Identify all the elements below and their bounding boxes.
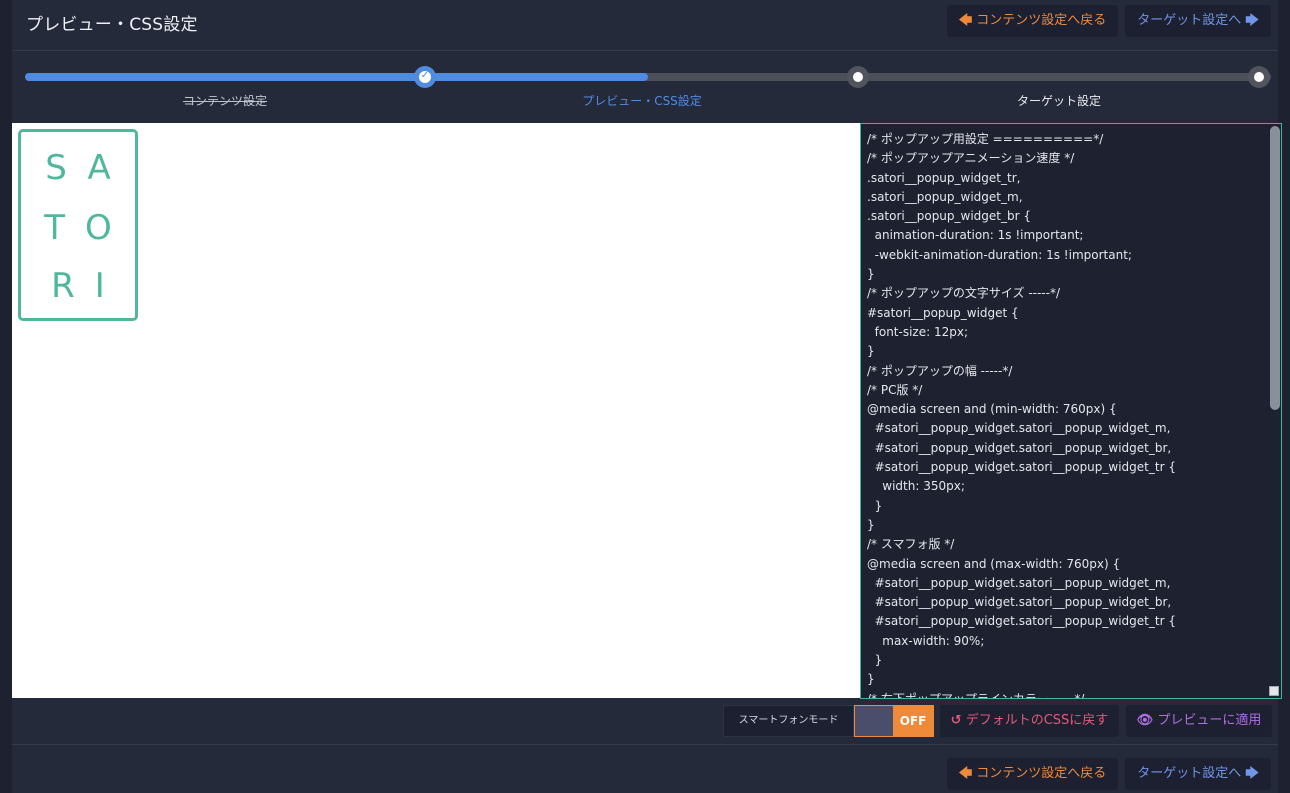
back-to-content-label: コンテンツ設定へ戻る [976, 13, 1107, 28]
reset-css-label: デフォルトのCSSに戻す [965, 713, 1109, 728]
logo-row: TO [44, 208, 132, 248]
logo-row: SA [45, 148, 131, 188]
apply-preview-button[interactable]: 👁 プレビューに適用 [1126, 705, 1272, 737]
main-panel: プレビュー・CSS設定 🡄 コンテンツ設定へ戻る ターゲット設定へ 🡆 ✓ コン… [12, 0, 1282, 793]
eye-icon: 👁 [1136, 713, 1154, 728]
css-code[interactable]: /* ポップアップ用設定 ==========*/ /* ポップアップアニメーシ… [867, 130, 1267, 698]
to-target-button[interactable]: ターゲット設定へ 🡆 [1125, 5, 1271, 37]
scrollbar-thumb[interactable] [1270, 126, 1280, 410]
undo-icon: ↺ [950, 713, 962, 728]
apply-preview-label: プレビューに適用 [1157, 713, 1262, 728]
arrow-left-icon: 🡄 [958, 766, 973, 781]
smartphone-mode-label: スマートフォンモード [723, 705, 854, 737]
step-label-content: コンテンツ設定 [182, 94, 268, 108]
footer-back-button[interactable]: 🡄 コンテンツ設定へ戻る [947, 758, 1118, 790]
progress-stepper: ✓ コンテンツ設定 プレビュー・CSS設定 ターゲット設定 [12, 50, 1278, 122]
arrow-right-icon: 🡆 [1245, 766, 1259, 781]
toggle-state-label: OFF [893, 706, 933, 736]
to-target-label: ターゲット設定へ [1137, 13, 1242, 28]
back-to-content-button[interactable]: 🡄 コンテンツ設定へ戻る [947, 5, 1118, 37]
css-editor[interactable]: /* ポップアップ用設定 ==========*/ /* ポップアップアニメーシ… [860, 123, 1282, 699]
step-node-content[interactable]: ✓ [414, 66, 436, 88]
step-node-target[interactable] [1248, 66, 1270, 88]
step-node-preview[interactable] [847, 66, 869, 88]
footer-back-label: コンテンツ設定へ戻る [976, 766, 1107, 781]
footer-next-label: ターゲット設定へ [1137, 766, 1242, 781]
step-node-dot [1254, 72, 1264, 82]
smartphone-mode-toggle[interactable]: OFF [854, 705, 934, 737]
logo-row: RI [51, 266, 125, 306]
step-label-target: ターゲット設定 [1016, 94, 1102, 108]
footer-next-button[interactable]: ターゲット設定へ 🡆 [1125, 758, 1271, 790]
checkmark-icon: ✓ [420, 70, 430, 81]
preview-area: SA TO RI [12, 123, 860, 698]
arrow-right-icon: 🡆 [1245, 13, 1259, 28]
page-header: プレビュー・CSS設定 🡄 コンテンツ設定へ戻る ターゲット設定へ 🡆 [12, 0, 1278, 51]
page-title: プレビュー・CSS設定 [26, 15, 198, 35]
progress-track [25, 73, 1271, 81]
step-node-dot [853, 72, 863, 82]
step-label-preview: プレビュー・CSS設定 [582, 94, 702, 108]
toggle-knob [855, 706, 893, 736]
reset-css-button[interactable]: ↺ デフォルトのCSSに戻す [940, 705, 1119, 737]
satori-logo: SA TO RI [18, 129, 138, 321]
resize-grip-icon[interactable] [1269, 686, 1279, 696]
editor-toolbar: スマートフォンモード OFF ↺ デフォルトのCSSに戻す 👁 プレビューに適用 [12, 698, 1278, 745]
progress-fill [25, 73, 648, 81]
editor-scrollbar[interactable] [1269, 124, 1281, 698]
arrow-left-icon: 🡄 [958, 13, 973, 28]
